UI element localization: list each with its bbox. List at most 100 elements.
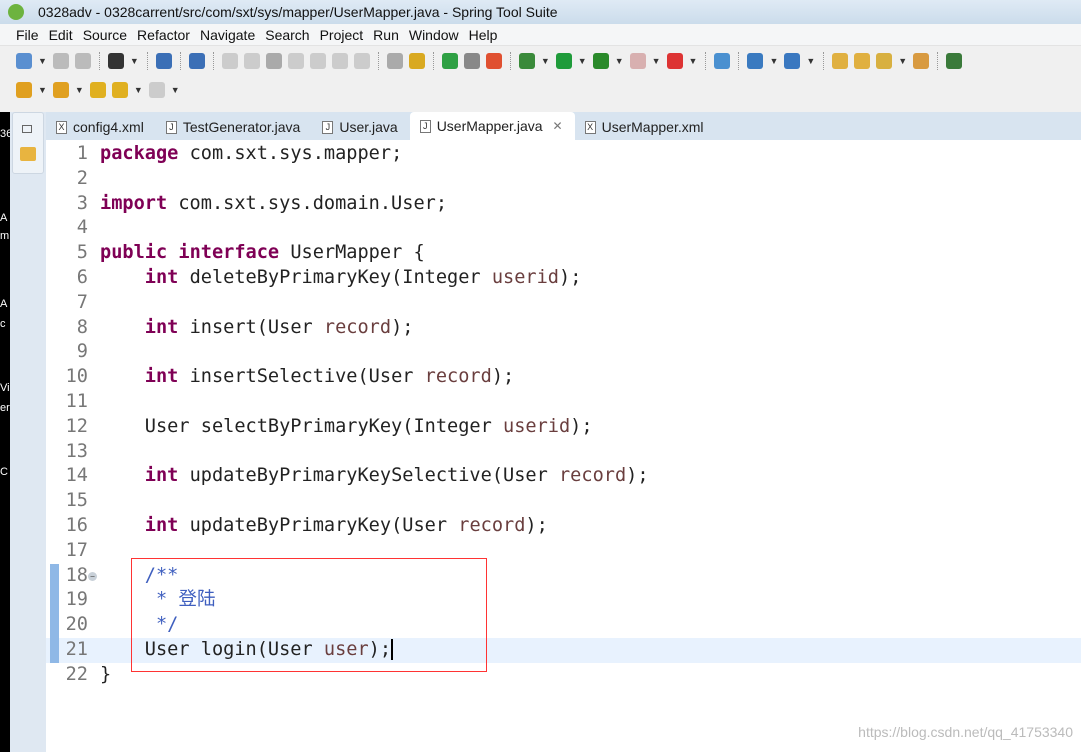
tab-usermapper-xml[interactable]: X UserMapper.xml — [575, 114, 716, 140]
background-window-text: c — [0, 318, 6, 330]
dropdown-arrow-icon[interactable]: ▼ — [689, 56, 698, 66]
close-tab-icon[interactable]: ✕ — [553, 119, 563, 133]
step-over-icon[interactable] — [331, 53, 348, 69]
code-token: updateByPrimaryKeySelective(User — [178, 465, 559, 487]
dropdown-arrow-icon[interactable]: ▼ — [38, 85, 47, 95]
save-all-icon[interactable] — [74, 53, 91, 69]
folder-icon[interactable] — [854, 53, 871, 69]
minimized-views — [12, 112, 44, 174]
code-line[interactable]: 6 int deleteByPrimaryKey(Integer userid)… — [46, 266, 1081, 291]
use-step-filters-icon[interactable] — [408, 53, 425, 69]
parameter: record — [424, 366, 492, 388]
menu-search[interactable]: Search — [265, 27, 309, 43]
code-line[interactable]: 3 import com.sxt.sys.domain.User; — [46, 192, 1081, 217]
code-line[interactable]: 16 int updateByPrimaryKey(User record); — [46, 514, 1081, 539]
dropdown-arrow-icon[interactable]: ▼ — [806, 56, 815, 66]
disconnect-icon[interactable] — [287, 53, 304, 69]
dropdown-arrow-icon[interactable]: ▼ — [134, 85, 143, 95]
code-line[interactable]: 8 int insert(User record); — [46, 316, 1081, 341]
fold-toggle-icon[interactable]: − — [88, 571, 97, 581]
external-tools-icon[interactable] — [666, 53, 683, 69]
tab-label: UserMapper.java — [436, 118, 543, 134]
code-line[interactable]: 14 int updateByPrimaryKeySelective(User … — [46, 464, 1081, 489]
dropdown-arrow-icon[interactable]: ▼ — [130, 56, 139, 66]
dropdown-arrow-icon[interactable]: ▼ — [171, 85, 180, 95]
code-line[interactable]: 4 — [46, 216, 1081, 241]
last-edit-location-icon[interactable] — [89, 82, 106, 98]
code-token: ); — [391, 316, 414, 338]
menu-refactor[interactable]: Refactor — [137, 27, 190, 43]
forward-icon[interactable] — [148, 82, 165, 98]
code-text: public interface UserMapper { — [100, 241, 425, 266]
pen-icon[interactable] — [876, 53, 893, 69]
stop-icon[interactable] — [629, 53, 646, 69]
terminate-icon[interactable] — [265, 53, 282, 69]
code-line[interactable]: 5 public interface UserMapper { — [46, 241, 1081, 266]
restore-icon[interactable] — [22, 125, 32, 133]
spring-boot-icon[interactable] — [441, 53, 458, 69]
line-number: 4 — [76, 217, 88, 239]
resume-icon[interactable] — [221, 53, 238, 69]
code-line[interactable]: 7 — [46, 291, 1081, 316]
console-icon[interactable] — [155, 53, 172, 69]
refresh-icon[interactable] — [485, 53, 502, 69]
code-text: int deleteByPrimaryKey(Integer userid); — [100, 266, 582, 291]
open-folder-icon[interactable] — [832, 53, 849, 69]
suspend-icon[interactable] — [243, 53, 260, 69]
toolbar-separator — [179, 52, 181, 70]
next-annotation-icon[interactable] — [16, 82, 32, 98]
dropdown-arrow-icon[interactable]: ▼ — [75, 85, 84, 95]
new-server-icon[interactable] — [747, 53, 764, 69]
code-text: User selectByPrimaryKey(Integer userid); — [100, 415, 593, 440]
tab-config4-xml[interactable]: Xconfig4.xml — [46, 114, 156, 140]
menu-edit[interactable]: Edit — [49, 27, 73, 43]
code-line[interactable]: 2 — [46, 167, 1081, 192]
dropdown-arrow-icon[interactable]: ▼ — [769, 56, 778, 66]
toggle-view-icon[interactable] — [463, 53, 480, 69]
menu-project[interactable]: Project — [320, 27, 364, 43]
step-into-icon[interactable] — [309, 53, 326, 69]
dropdown-arrow-icon[interactable]: ▼ — [898, 56, 907, 66]
menu-navigate[interactable]: Navigate — [200, 27, 255, 43]
line-number: 3 — [76, 192, 88, 214]
menu-run[interactable]: Run — [373, 27, 399, 43]
debug-icon[interactable] — [518, 53, 535, 69]
code-line[interactable]: 12 User selectByPrimaryKey(Integer useri… — [46, 415, 1081, 440]
code-line[interactable]: 9 — [46, 340, 1081, 365]
new-icon[interactable] — [16, 53, 32, 69]
tab-testgenerator-java[interactable]: J TestGenerator.java — [156, 114, 313, 140]
save-icon[interactable] — [52, 53, 69, 69]
code-line[interactable]: 11 — [46, 390, 1081, 415]
tab-usermapper-java[interactable]: J UserMapper.java ✕ — [409, 112, 575, 140]
package-explorer-icon[interactable] — [20, 147, 36, 161]
code-line[interactable]: 10 int insertSelective(User record); — [46, 365, 1081, 390]
user-icon[interactable] — [107, 53, 124, 69]
run-coverage-icon[interactable] — [592, 53, 609, 69]
dropdown-arrow-icon[interactable]: ▼ — [38, 56, 47, 66]
run-icon[interactable] — [555, 53, 572, 69]
code-line[interactable]: 15 — [46, 489, 1081, 514]
dropdown-arrow-icon[interactable]: ▼ — [652, 56, 661, 66]
skip-breakpoints-icon[interactable] — [188, 53, 205, 69]
drop-frame-icon[interactable] — [386, 53, 403, 69]
pin-icon[interactable] — [946, 53, 963, 69]
package-icon[interactable] — [913, 53, 930, 69]
menu-help[interactable]: Help — [469, 27, 498, 43]
code-line[interactable]: 13 — [46, 440, 1081, 465]
previous-annotation-icon[interactable] — [52, 82, 69, 98]
menu-window[interactable]: Window — [409, 27, 459, 43]
line-number: 14 — [65, 465, 88, 487]
line-number: 9 — [76, 341, 88, 363]
open-type-icon[interactable] — [714, 53, 731, 69]
dropdown-arrow-icon[interactable]: ▼ — [541, 56, 550, 66]
dropdown-arrow-icon[interactable]: ▼ — [615, 56, 624, 66]
code-line[interactable]: 1 package com.sxt.sys.mapper; — [46, 142, 1081, 167]
menu-source[interactable]: Source — [83, 27, 127, 43]
menu-file[interactable]: File — [16, 27, 39, 43]
tab-user-java[interactable]: J User.java — [312, 114, 409, 140]
spring-icon[interactable] — [784, 53, 801, 69]
step-return-icon[interactable] — [353, 53, 370, 69]
back-icon[interactable] — [111, 82, 128, 98]
dropdown-arrow-icon[interactable]: ▼ — [578, 56, 587, 66]
